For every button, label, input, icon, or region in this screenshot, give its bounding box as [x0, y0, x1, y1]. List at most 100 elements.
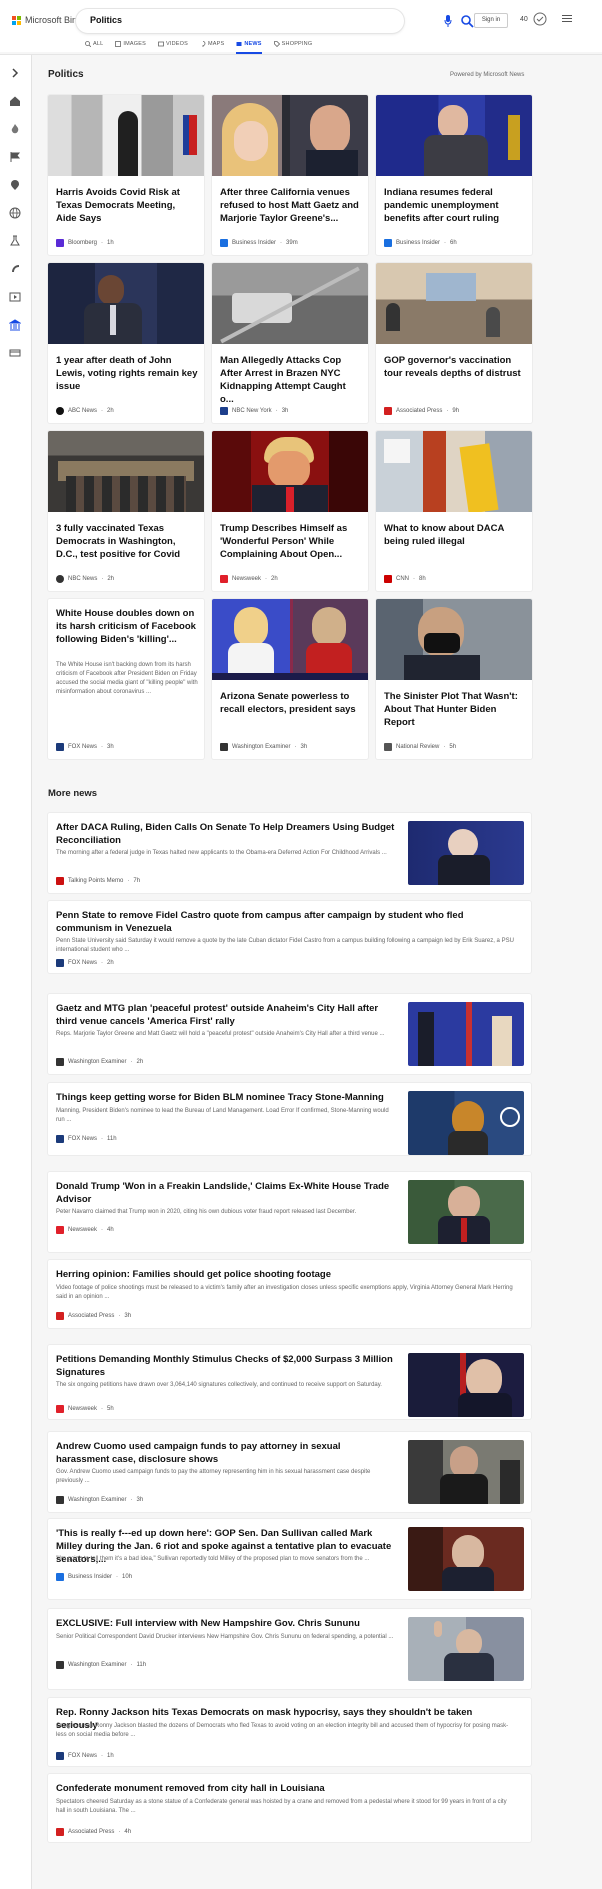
- tab-label: SHOPPING: [281, 41, 313, 47]
- news-card[interactable]: Indiana resumes federal pandemic unemplo…: [376, 95, 532, 255]
- talking-points-memo-logo-icon: [56, 877, 64, 885]
- item-title[interactable]: Herring opinion: Families should get pol…: [56, 1268, 516, 1281]
- news-list-item[interactable]: Herring opinion: Families should get pol…: [48, 1260, 531, 1328]
- fire-icon[interactable]: [9, 123, 21, 135]
- tab-videos[interactable]: VIDEOS: [158, 41, 188, 47]
- tab-shopping[interactable]: SHOPPING: [273, 41, 313, 47]
- time-ago: 2h: [136, 1059, 144, 1065]
- news-card[interactable]: Arizona Senate powerless to recall elect…: [212, 599, 368, 759]
- source-name: Associated Press: [68, 1313, 115, 1319]
- article-image: [48, 431, 204, 512]
- tab-label: NEWS: [244, 41, 262, 47]
- search-input[interactable]: Politics: [90, 15, 122, 25]
- tab-all[interactable]: ALL: [85, 41, 103, 47]
- news-list-item[interactable]: Petitions Demanding Monthly Stimulus Che…: [48, 1345, 531, 1419]
- card-source: Washington Examiner · 3h: [220, 743, 307, 751]
- item-title[interactable]: Things keep getting worse for Biden BLM …: [56, 1091, 396, 1104]
- news-card[interactable]: White House doubles down on its harsh cr…: [48, 599, 204, 759]
- card-title[interactable]: Trump Describes Himself as 'Wonderful Pe…: [220, 522, 362, 561]
- card-title[interactable]: Man Allegedly Attacks Cop After Arrest i…: [220, 354, 362, 406]
- news-card[interactable]: What to know about DACA being ruled ille…: [376, 431, 532, 591]
- card-title[interactable]: 1 year after death of John Lewis, voting…: [56, 354, 198, 393]
- item-title[interactable]: Andrew Cuomo used campaign funds to pay …: [56, 1440, 396, 1466]
- news-list-item[interactable]: Andrew Cuomo used campaign funds to pay …: [48, 1432, 531, 1512]
- rewards-points[interactable]: 40: [520, 16, 528, 23]
- politics-icon[interactable]: [9, 319, 21, 331]
- source-name: ABC News: [68, 408, 98, 414]
- news-card[interactable]: GOP governor's vaccination tour reveals …: [376, 263, 532, 423]
- money-icon[interactable]: [9, 347, 21, 359]
- card-title[interactable]: White House doubles down on its harsh cr…: [56, 607, 198, 646]
- item-source: FOX News · 2h: [56, 959, 114, 967]
- item-title[interactable]: Petitions Demanding Monthly Stimulus Che…: [56, 1353, 396, 1379]
- item-title[interactable]: Donald Trump 'Won in a Freakin Landslide…: [56, 1180, 396, 1206]
- bloomberg-logo-icon: [56, 239, 64, 247]
- tab-news[interactable]: NEWS: [236, 41, 262, 54]
- time-ago: 1h: [107, 240, 114, 246]
- news-card[interactable]: Harris Avoids Covid Risk at Texas Democr…: [48, 95, 204, 255]
- item-title[interactable]: Gaetz and MTG plan 'peaceful protest' ou…: [56, 1002, 396, 1028]
- card-title[interactable]: GOP governor's vaccination tour reveals …: [384, 354, 526, 380]
- cnn-logo-icon: [384, 575, 392, 583]
- source-name: Talking Points Memo: [68, 878, 124, 884]
- hamburger-menu-icon[interactable]: [562, 15, 572, 23]
- card-title[interactable]: After three California venues refused to…: [220, 186, 362, 225]
- home-icon[interactable]: [9, 95, 21, 107]
- item-title[interactable]: After DACA Ruling, Biden Calls On Senate…: [56, 821, 396, 847]
- search-box[interactable]: Politics: [76, 9, 474, 33]
- chevron-right-icon[interactable]: [9, 67, 21, 79]
- science-icon[interactable]: [9, 235, 21, 247]
- news-list-item[interactable]: Penn State to remove Fidel Castro quote …: [48, 901, 531, 973]
- source-name: Washington Examiner: [68, 1059, 127, 1065]
- globe-icon[interactable]: [9, 207, 21, 219]
- card-title[interactable]: Harris Avoids Covid Risk at Texas Democr…: [56, 186, 198, 225]
- business-insider-logo-icon: [384, 239, 392, 247]
- news-list-item[interactable]: Gaetz and MTG plan 'peaceful protest' ou…: [48, 994, 531, 1074]
- card-title[interactable]: 3 fully vaccinated Texas Democrats in Wa…: [56, 522, 198, 561]
- card-source: NBC News · 2h: [56, 575, 114, 583]
- card-title[interactable]: Arizona Senate powerless to recall elect…: [220, 690, 362, 716]
- tab-images[interactable]: IMAGES: [115, 41, 146, 47]
- card-title[interactable]: What to know about DACA being ruled ille…: [384, 522, 526, 548]
- news-card[interactable]: After three California venues refused to…: [212, 95, 368, 255]
- news-card[interactable]: Man Allegedly Attacks Cop After Arrest i…: [212, 263, 368, 423]
- item-description: Manning, President Biden's nominee to le…: [56, 1108, 389, 1123]
- news-list-item[interactable]: After DACA Ruling, Biden Calls On Senate…: [48, 813, 531, 893]
- sign-in-button[interactable]: Sign in: [474, 13, 508, 28]
- news-list-item[interactable]: 'This is really f---ed up down here': GO…: [48, 1519, 531, 1599]
- tab-maps[interactable]: MAPS: [200, 41, 224, 47]
- news-card[interactable]: The Sinister Plot That Wasn't: About Tha…: [376, 599, 532, 759]
- newsweek-logo-icon: [56, 1226, 64, 1234]
- news-list-item[interactable]: EXCLUSIVE: Full interview with New Hamps…: [48, 1609, 531, 1689]
- item-title[interactable]: Penn State to remove Fidel Castro quote …: [56, 909, 516, 935]
- news-list-item[interactable]: Things keep getting worse for Biden BLM …: [48, 1083, 531, 1155]
- rewards-icon[interactable]: [533, 12, 547, 26]
- news-card[interactable]: Trump Describes Himself as 'Wonderful Pe…: [212, 431, 368, 591]
- news-card[interactable]: 3 fully vaccinated Texas Democrats in Wa…: [48, 431, 204, 591]
- image-icon: [115, 41, 122, 47]
- time-ago: 9h: [452, 408, 460, 414]
- rocket-icon[interactable]: [9, 263, 21, 275]
- item-title[interactable]: EXCLUSIVE: Full interview with New Hamps…: [56, 1617, 396, 1630]
- fox-news-logo-icon: [56, 1135, 64, 1143]
- search-icon[interactable]: [460, 14, 474, 28]
- time-ago: 8h: [419, 576, 426, 582]
- card-title[interactable]: Indiana resumes federal pandemic unemplo…: [384, 186, 526, 225]
- time-ago: 7h: [133, 878, 141, 884]
- flag-icon[interactable]: [9, 151, 21, 163]
- separator: ·: [130, 1059, 133, 1065]
- item-source: Talking Points Memo · 7h: [56, 877, 140, 885]
- news-list-item[interactable]: Donald Trump 'Won in a Freakin Landslide…: [48, 1172, 531, 1252]
- microphone-icon[interactable]: [444, 15, 452, 27]
- news-card[interactable]: 1 year after death of John Lewis, voting…: [48, 263, 204, 423]
- location-icon[interactable]: [9, 179, 21, 191]
- bing-logo[interactable]: Microsoft Bing: [12, 15, 82, 25]
- card-title[interactable]: The Sinister Plot That Wasn't: About Tha…: [384, 690, 526, 729]
- entertainment-icon[interactable]: [9, 291, 21, 303]
- item-title[interactable]: Confederate monument removed from city h…: [56, 1782, 516, 1795]
- news-list-item[interactable]: Rep. Ronny Jackson hits Texas Democrats …: [48, 1698, 531, 1766]
- newsweek-logo-icon: [56, 1405, 64, 1413]
- source-name: Bloomberg: [68, 240, 98, 246]
- news-list-item[interactable]: Confederate monument removed from city h…: [48, 1774, 531, 1842]
- separator: ·: [101, 1136, 104, 1142]
